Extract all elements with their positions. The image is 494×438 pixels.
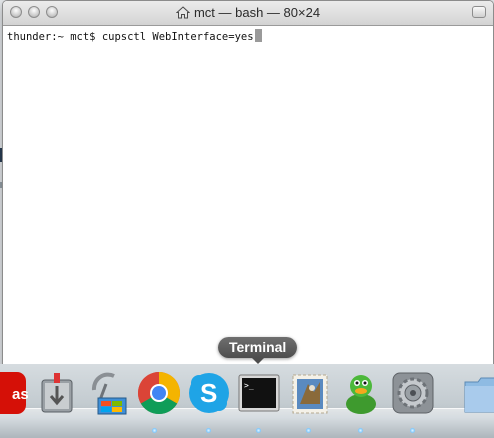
wireless-diagnostics-icon[interactable] [84,370,130,416]
dock-tooltip: Terminal [218,337,298,364]
toolbar-toggle-button[interactable] [472,6,486,18]
mail-stamp-icon[interactable] [288,370,334,416]
text-cursor [254,29,262,42]
system-preferences-icon[interactable] [390,370,436,416]
mail-running-indicator [306,428,311,433]
chrome-running-indicator [152,428,157,433]
chrome-icon[interactable] [136,370,182,416]
skype-running-indicator [206,428,211,433]
skype-icon[interactable]: S [186,370,232,416]
home-folder-icon [175,6,191,22]
command-line: thunder:~ mct$ cupsctl WebInterface=yes [7,31,254,43]
title-bar[interactable]: mct — bash — 80×24 [3,1,493,26]
window-title: mct — bash — 80×24 [193,5,321,20]
adium-duck-icon[interactable] [338,370,384,416]
lastfm-icon[interactable]: as [0,370,29,416]
system-preferences-running-indicator [410,428,415,433]
terminal-window[interactable]: mct — bash — 80×24 thunder:~ mct$ cupsct… [2,0,494,374]
svg-text:S: S [200,378,217,408]
svg-text:as: as [12,386,28,403]
folder-icon[interactable] [462,370,494,416]
terminal-icon[interactable]: >_ [236,370,282,416]
window-title-container: mct — bash — 80×24 [3,5,493,22]
terminal-output[interactable]: thunder:~ mct$ cupsctl WebInterface=yes [7,29,489,43]
terminal-running-indicator [256,428,261,433]
archive-utility-icon[interactable] [34,370,80,416]
svg-text:>_: >_ [244,381,254,390]
adium-running-indicator [358,428,363,433]
